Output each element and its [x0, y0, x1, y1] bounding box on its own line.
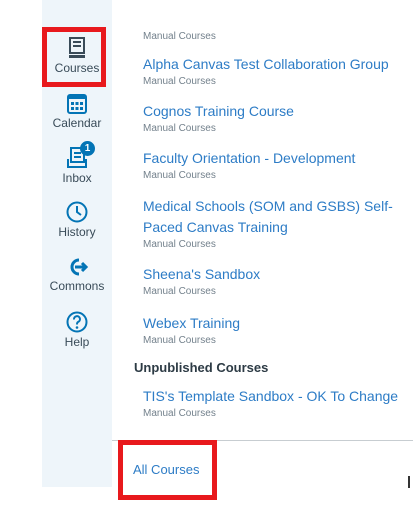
course-term: Manual Courses — [143, 408, 216, 419]
course-term: Manual Courses — [143, 170, 216, 181]
nav-item-help[interactable]: Help — [42, 311, 112, 349]
course-link[interactable]: Faculty Orientation - Development — [143, 148, 405, 169]
course-item: Alpha Canvas Test Collaboration Group Ma… — [143, 54, 405, 88]
course-link[interactable]: Medical Schools (SOM and GSBS) Self-Pace… — [143, 196, 405, 238]
all-courses-highlight-box — [118, 440, 217, 500]
course-item: Sheena's Sandbox Manual Courses — [143, 264, 405, 298]
nav-label-calendar: Calendar — [52, 116, 102, 130]
unpublished-courses-heading: Unpublished Courses — [134, 360, 269, 375]
course-term: Manual Courses — [143, 76, 216, 87]
nav-item-inbox[interactable]: 1 Inbox — [42, 141, 112, 185]
commons-icon — [70, 258, 88, 276]
courses-highlight-box — [42, 27, 106, 87]
course-term: Manual Courses — [143, 335, 216, 346]
course-link[interactable]: TIS's Template Sandbox - OK To Change — [143, 386, 405, 407]
course-item: Cognos Training Course Manual Courses — [143, 101, 405, 135]
courses-tray: Manual Courses Alpha Canvas Test Collabo… — [112, 0, 413, 487]
nav-item-calendar[interactable]: Calendar — [42, 92, 112, 130]
course-term: Manual Courses — [143, 31, 216, 42]
course-item: Medical Schools (SOM and GSBS) Self-Pace… — [143, 196, 405, 251]
nav-item-history[interactable]: History — [42, 201, 112, 239]
nav-label-inbox: Inbox — [62, 171, 92, 185]
help-icon — [66, 311, 88, 333]
course-term: Manual Courses — [143, 123, 216, 134]
nav-label-help: Help — [64, 335, 90, 349]
course-item: TIS's Template Sandbox - OK To Change Ma… — [143, 386, 405, 420]
course-item: Faculty Orientation - Development Manual… — [143, 148, 405, 182]
calendar-icon — [67, 94, 87, 114]
nav-item-commons[interactable]: Commons — [42, 257, 112, 293]
course-link[interactable]: Webex Training — [143, 313, 405, 334]
course-term: Manual Courses — [143, 239, 216, 250]
course-link[interactable]: Cognos Training Course — [143, 101, 405, 122]
course-link[interactable]: Alpha Canvas Test Collaboration Group — [143, 54, 405, 75]
history-icon — [66, 201, 88, 223]
course-term: Manual Courses — [143, 286, 216, 297]
nav-label-history: History — [58, 225, 96, 239]
inbox-unread-badge: 1 — [80, 141, 95, 156]
course-link[interactable]: Sheena's Sandbox — [143, 264, 405, 285]
partial-edge-glyph — [408, 476, 410, 488]
nav-label-commons: Commons — [49, 279, 105, 293]
course-item: Webex Training Manual Courses — [143, 313, 405, 347]
